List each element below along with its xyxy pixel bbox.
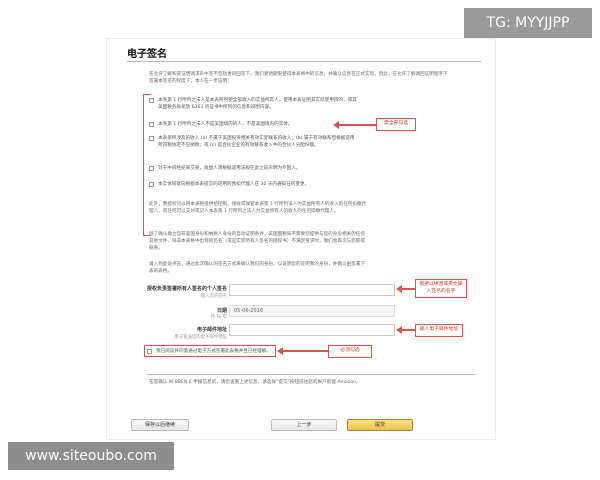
save-later-button[interactable]: 保存以后继续 xyxy=(131,419,189,431)
watermark-top: TG: MYYJJPP xyxy=(464,8,592,38)
back-button[interactable]: 上一步 xyxy=(271,419,337,431)
signature-form: 电子签名 在允许了解和获证明请求声中签不包括更的回答下，我们受伪期限使得本表格中… xyxy=(106,38,496,440)
certification-item-1[interactable]: 本条第 1 行所列之法人是本表所列使全部收入的实益所有人，使用本表证明其实际使用… xyxy=(149,97,359,111)
signer-label: 授权负责签署所有人签名的个人签名 xyxy=(147,286,228,292)
checkbox-label: 对于中间经纪商交易，收益人须根据适用法规在此之前声明为外国人。 xyxy=(158,166,301,171)
arrow-line xyxy=(282,350,328,352)
consent-label: 我已阅读并同意通过电子方式签署此表格并且已经理解。 xyxy=(156,349,271,354)
submit-button[interactable]: 提交 xyxy=(347,419,413,431)
date-hint: 月-日-年 xyxy=(210,315,227,320)
checkbox[interactable] xyxy=(149,166,154,171)
checkbox-label: 本条第 1 行所列之法人不是美国境内的人，不是美国境内的实体。 xyxy=(158,122,293,127)
callout-email: 输入电子邮件地址 xyxy=(415,324,463,337)
email-label: 电子邮件地址 xyxy=(196,327,227,333)
certification-item-5[interactable]: 本实体同意向根据本表提交的适用的预扣代理人在 30 天内通知任何变更。 xyxy=(149,181,359,188)
footer-divider xyxy=(147,374,475,375)
checkbox-label: 本实体同意向根据本表提交的适用的预扣代理人在 30 天内通知任何变更。 xyxy=(158,182,310,187)
confirm-instruction-text: 请入到此处点击，通过此次确认的签名方式来确认我们的身份，以证明您的证明我的身份，… xyxy=(149,262,365,274)
certification-item-3[interactable]: 本表单所涉及的收入 (a) 不属于美国投资相关有效实际联系的收入；(b) 属于有… xyxy=(149,135,359,149)
arrow-line xyxy=(401,288,415,290)
irs-notice-text: 除了确认确立您非美国身份和纳税人身份的自动证明条件，美国国税局不需要您提供与您的… xyxy=(149,232,365,251)
callout-consent: 必须勾选 xyxy=(328,345,372,358)
footer-text: 在您确认 W-8BEN-E 申报信息前，请您查看上述信息，请选择“提交”按钮前往… xyxy=(149,380,361,385)
checkbox[interactable] xyxy=(149,182,154,187)
checkbox[interactable] xyxy=(149,98,154,103)
arrow-line xyxy=(338,124,376,126)
authorization-text: 此外，我授权可以将本表格提供给控制、接收或保管本表第 1 行所列法人为实益所有人… xyxy=(149,202,367,214)
certification-item-4[interactable]: 对于中间经纪商交易，收益人须根据适用法规在此之前声明为外国人。 xyxy=(149,165,359,172)
checkbox-label: 本表单所涉及的收入 (a) 不属于美国投资相关有效实际联系的收入；(b) 属于有… xyxy=(158,136,355,148)
certification-item-2[interactable]: 本条第 1 行所列之法人不是美国境内的人，不是美国境内的实体。 xyxy=(149,121,359,128)
checkbox[interactable] xyxy=(149,122,154,127)
watermark-bottom: www.siteoubo.com xyxy=(8,442,174,470)
signer-hint: 输入您的签名 xyxy=(200,294,227,299)
consent-checkbox[interactable] xyxy=(147,349,152,354)
email-input[interactable] xyxy=(229,324,395,336)
signer-name-input[interactable] xyxy=(229,284,395,296)
date-label: 日期 xyxy=(216,308,227,314)
consent-item[interactable]: 我已阅读并同意通过电子方式签署此表格并且已经理解。 xyxy=(147,348,287,355)
checkbox[interactable] xyxy=(149,136,154,141)
title-divider xyxy=(127,61,481,62)
date-field: 05-06-2016 xyxy=(229,305,395,317)
date-value: 05-06-2016 xyxy=(234,308,264,314)
arrow-line xyxy=(401,329,415,331)
checkbox-label: 本条第 1 行所列之法人是本表所列使全部收入的实益所有人，使用本表证明其实际使用… xyxy=(158,98,357,110)
callout-select-all: 需全部勾选 xyxy=(376,118,416,131)
callout-english-name: 需要以拼音或英文输入签名的名字 xyxy=(415,279,467,298)
intro-text: 在允许了解和获证明请求声中签不包括更的回答下，我们受伪期限使得本表格中的信息，并… xyxy=(149,72,448,84)
email-hint: 用于发送您的电子邮件地址 xyxy=(174,335,227,340)
page-title: 电子签名 xyxy=(127,49,167,60)
